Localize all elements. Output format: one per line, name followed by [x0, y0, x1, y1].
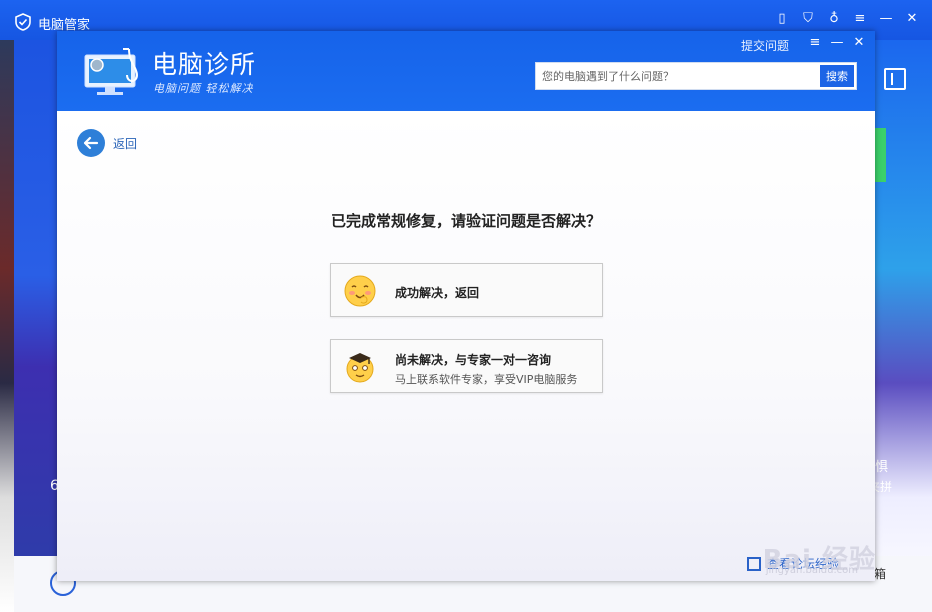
menu-icon[interactable]: ≡ [852, 11, 868, 27]
submit-question-link[interactable]: 提交问题 [741, 37, 789, 54]
resolved-return-button[interactable]: 成功解决，返回 [330, 263, 603, 317]
back-arrow-icon [77, 129, 105, 157]
close-icon[interactable]: ✕ [852, 36, 866, 50]
watermark-url: jingyan.baidu.com [765, 565, 858, 576]
happy-face-icon [344, 275, 376, 307]
phone-icon[interactable]: ▯ [774, 11, 790, 27]
pc-clinic-dialog: 电脑诊所 电脑问题 轻松解决 提交问题 ≡ — ✕ 搜索 返回 已完成常规修复，… [57, 31, 875, 581]
search-button[interactable]: 搜索 [820, 65, 854, 87]
consult-option-subtext: 马上联系软件专家，享受VIP电脑服务 [395, 373, 578, 386]
consult-option-label: 尚未解决，与专家一对一咨询 [395, 353, 552, 367]
shirt-skin-icon[interactable]: ♁ [826, 11, 842, 27]
verify-question: 已完成常规修复，请验证问题是否解决？ [330, 212, 601, 230]
back-button[interactable]: 返回 [77, 129, 137, 157]
expand-panel-icon[interactable] [884, 68, 906, 90]
right-green-tab [874, 128, 886, 182]
minimize-icon[interactable]: — [878, 11, 894, 27]
shield-icon[interactable]: ⛉ [800, 11, 816, 27]
clinic-title: 电脑诊所 [152, 50, 257, 79]
outer-window-controls: ▯ ⛉ ♁ ≡ — ✕ [774, 11, 920, 27]
resolved-option-label: 成功解决，返回 [395, 286, 480, 300]
graduate-face-icon [346, 353, 374, 383]
menu-icon[interactable]: ≡ [808, 36, 822, 50]
dialog-header: 电脑诊所 电脑问题 轻松解决 提交问题 ≡ — ✕ 搜索 [57, 31, 875, 111]
search-bar: 搜索 [535, 62, 857, 90]
left-background-strip [0, 40, 14, 612]
right-background-panel [874, 40, 932, 612]
clinic-subtitle: 电脑问题 轻松解决 [153, 82, 254, 95]
search-input[interactable] [536, 63, 820, 89]
minimize-icon[interactable]: — [830, 36, 844, 50]
close-icon[interactable]: ✕ [904, 11, 920, 27]
monitor-stethoscope-logo-icon [84, 48, 139, 95]
back-label: 返回 [113, 136, 138, 151]
shield-check-icon [15, 13, 31, 31]
consult-expert-button[interactable]: 尚未解决，与专家一对一咨询 马上联系软件专家，享受VIP电脑服务 [330, 339, 603, 393]
document-icon [747, 556, 761, 571]
dialog-body: 返回 已完成常规修复，请验证问题是否解决？ 成功解决，返回 尚未解决，与专家一对… [57, 111, 875, 581]
background-right-text-1: 惧 [874, 460, 888, 475]
